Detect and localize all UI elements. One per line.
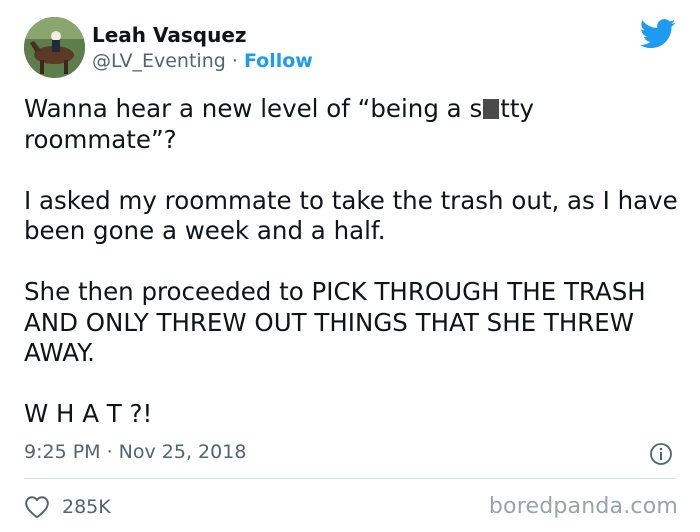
- censor-block: [483, 99, 500, 119]
- handle-row: @LV_Eventing · Follow: [92, 50, 313, 72]
- tweet-paragraph-4: W H A T ?!: [24, 399, 153, 428]
- follow-link[interactable]: Follow: [244, 50, 313, 72]
- divider: [24, 478, 676, 479]
- separator: ·: [225, 50, 244, 72]
- tweet-header: Leah Vasquez @LV_Eventing · Follow: [24, 17, 676, 79]
- display-name[interactable]: Leah Vasquez: [92, 24, 247, 46]
- like-count: 285K: [62, 496, 111, 518]
- info-icon[interactable]: [649, 442, 673, 466]
- tweet-paragraph-3: She then proceeded to PICK THROUGH THE T…: [24, 277, 646, 367]
- tweet-text-part: Wanna hear a new level of “being a s: [24, 94, 483, 123]
- twitter-bird-icon[interactable]: [640, 19, 676, 49]
- tweet-paragraph-1: Wanna hear a new level of “being a s tty …: [24, 94, 684, 155]
- tweet-text: Wanna hear a new level of “being a s tty …: [24, 94, 684, 460]
- tweet-timestamp[interactable]: 9:25 PM · Nov 25, 2018: [24, 440, 246, 464]
- user-handle[interactable]: @LV_Eventing: [92, 50, 226, 72]
- avatar[interactable]: [24, 17, 85, 78]
- watermark: boredpanda.com: [488, 494, 678, 519]
- tweet-paragraph-2: I asked my roommate to take the trash ou…: [24, 185, 678, 246]
- heart-icon[interactable]: [24, 495, 50, 519]
